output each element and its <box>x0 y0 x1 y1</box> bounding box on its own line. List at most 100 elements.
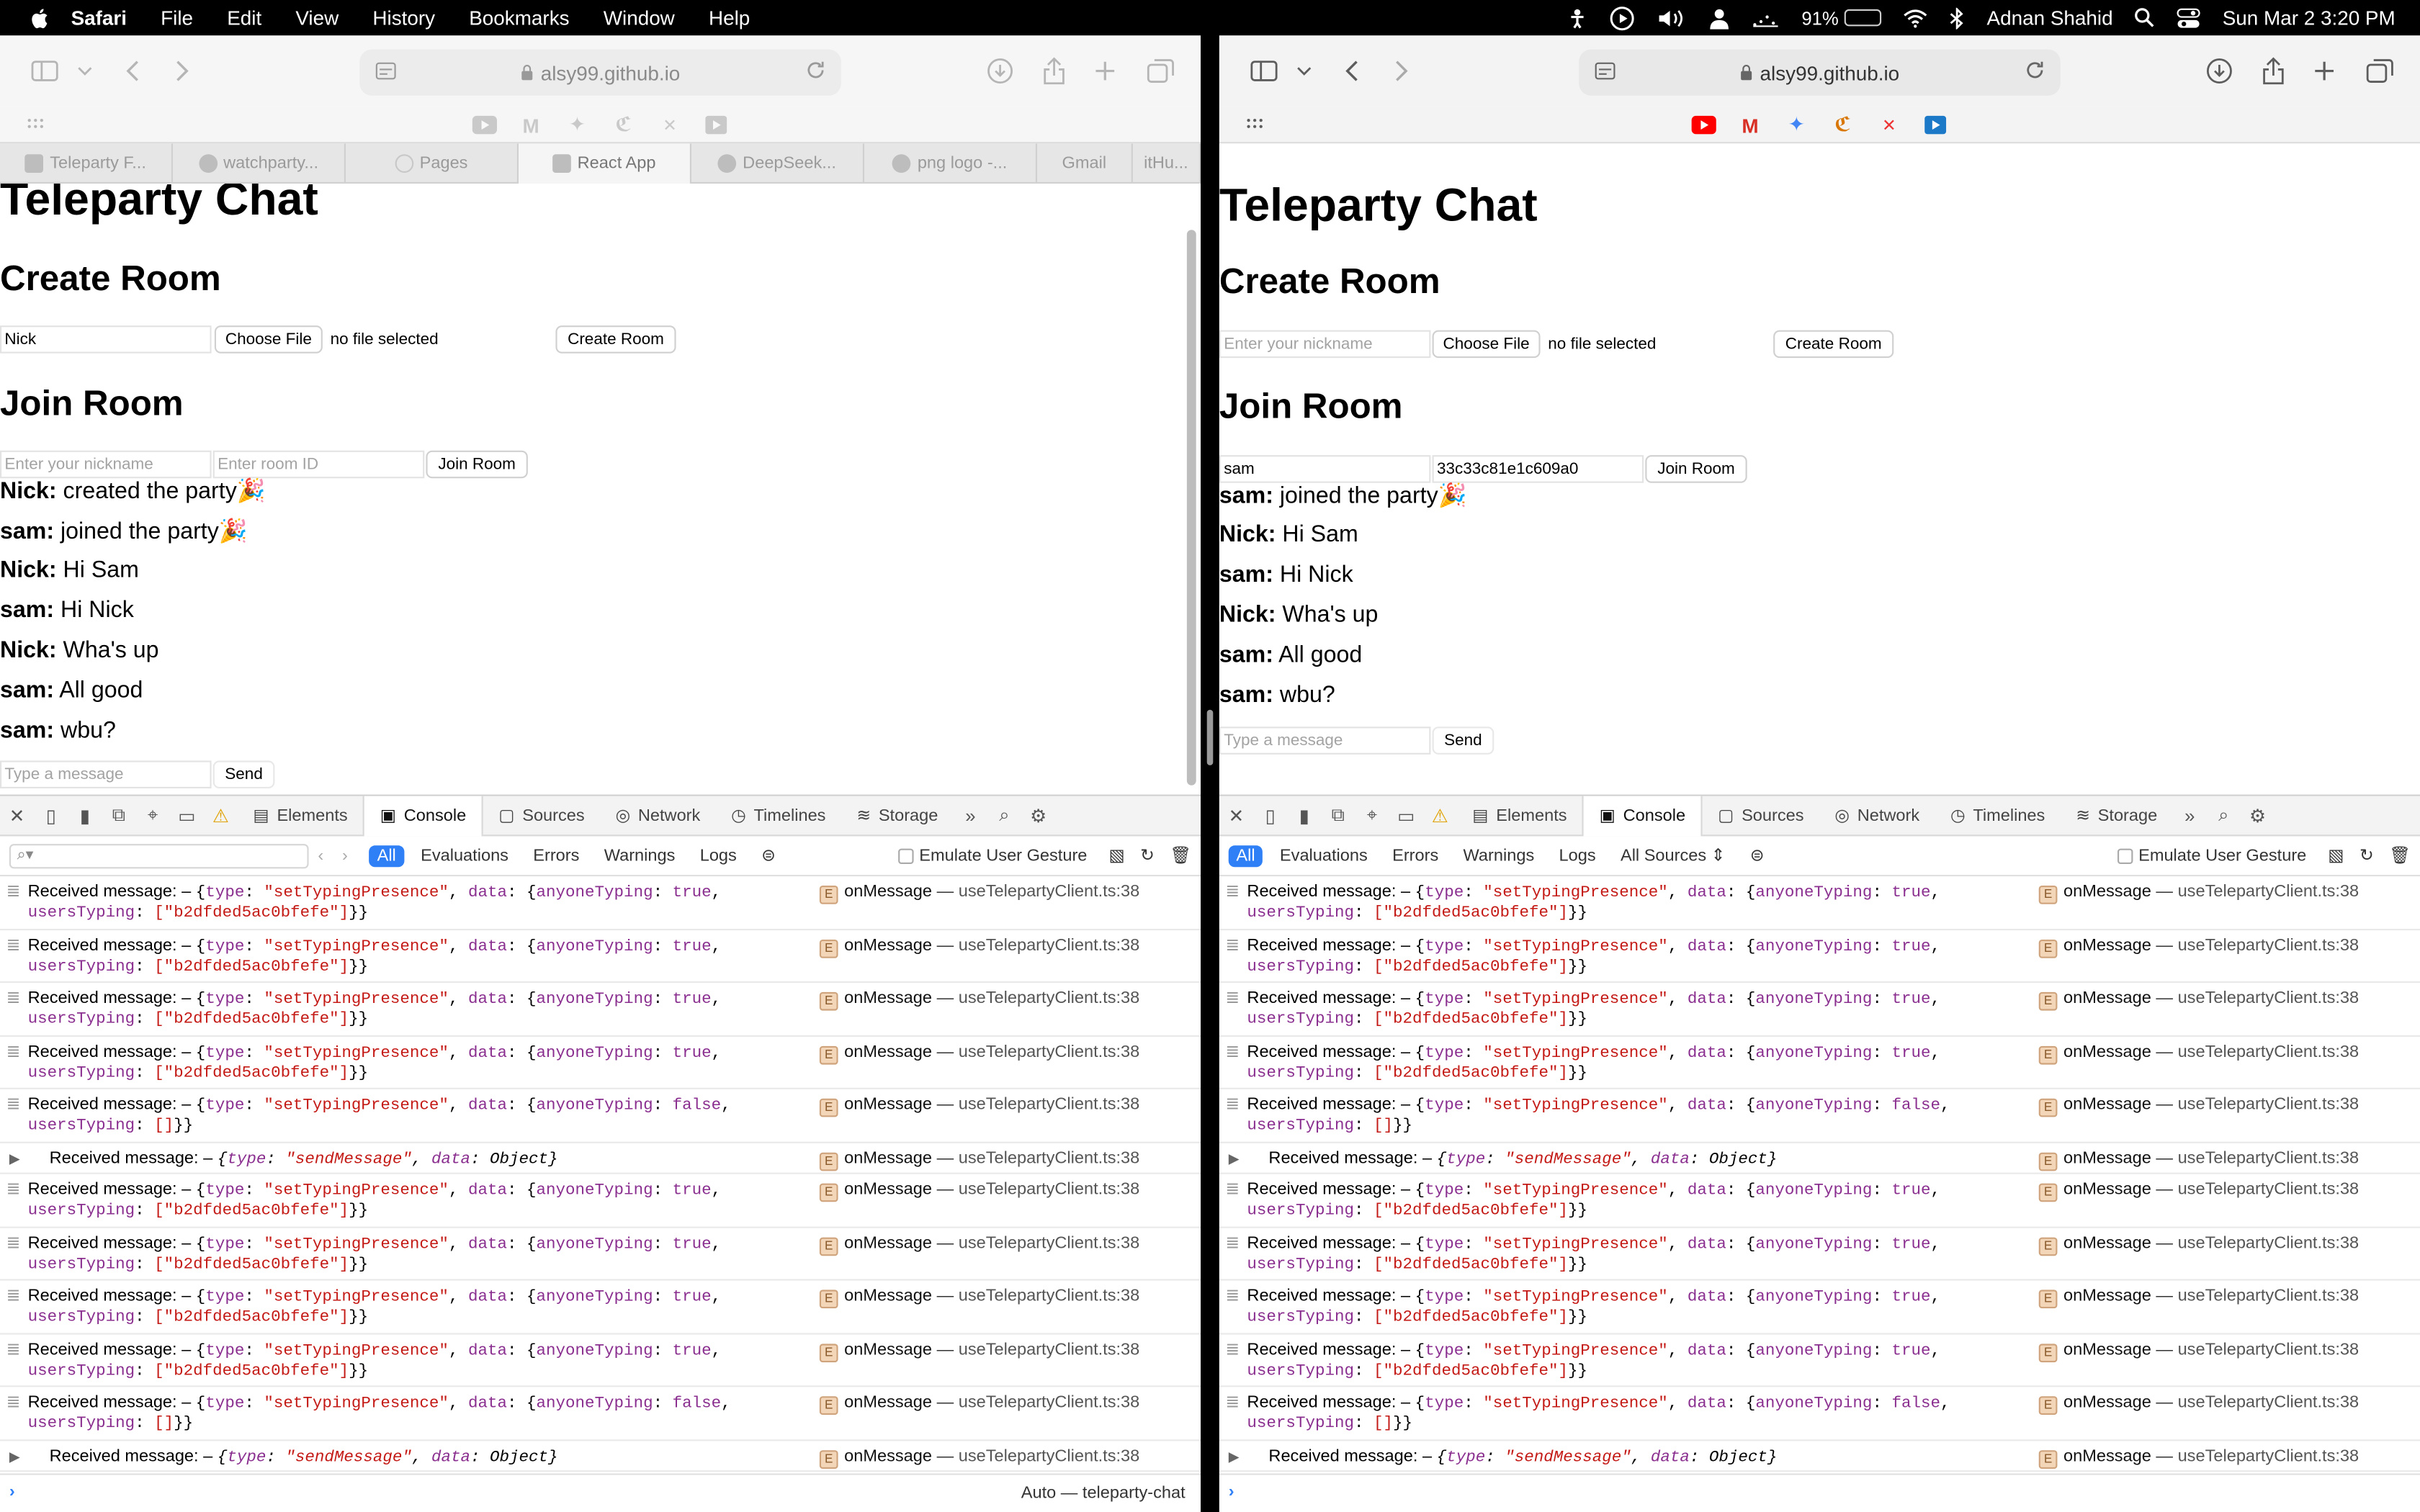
log-source-link[interactable]: EonMessage — useTelepartyClient.ts:38 <box>2038 1445 2359 1468</box>
log-source-link[interactable]: EonMessage — useTelepartyClient.ts:38 <box>2038 935 2359 958</box>
tab-elements[interactable]: ▤ Elements <box>1457 796 1582 836</box>
more-tabs-icon[interactable]: » <box>2173 796 2207 836</box>
console-log-entry[interactable]: ≣ Received message: – {type: "setTypingPr… <box>1219 1228 2420 1281</box>
settings-gear-icon[interactable]: ⚙ <box>2241 796 2275 836</box>
tab-network[interactable]: ◎ Network <box>1819 796 1935 836</box>
reload-icon[interactable] <box>2025 60 2045 85</box>
share-icon[interactable] <box>2257 54 2290 88</box>
reload-icon[interactable] <box>806 60 826 85</box>
tab-timelines[interactable]: ◷ Timelines <box>1935 796 2061 836</box>
filter-all[interactable]: All <box>1228 845 1263 867</box>
console-log-entry[interactable]: ≣ Received message: – {type: "setTypingPr… <box>1219 930 2420 983</box>
menubar-clock[interactable]: Sun Mar 2 3:20 PM <box>2223 0 2396 35</box>
device-icon[interactable]: ▭ <box>170 796 204 836</box>
downloads-icon[interactable] <box>2202 54 2236 88</box>
filter-logs[interactable]: Logs <box>1551 845 1604 866</box>
close-favorite-icon[interactable]: ✕ <box>656 111 684 139</box>
tab-png-logo[interactable]: png logo -... <box>864 143 1037 184</box>
more-tabs-icon[interactable]: » <box>954 796 987 836</box>
detach-icon[interactable]: ⧉ <box>1321 796 1355 836</box>
choose-file-button[interactable]: Choose File <box>1432 330 1541 359</box>
log-source-link[interactable]: EonMessage — useTelepartyClient.ts:38 <box>819 1040 1139 1064</box>
create-room-button[interactable]: Create Room <box>555 325 676 354</box>
video-favorite-icon[interactable] <box>1922 111 1950 139</box>
menu-app-name[interactable]: Safari <box>71 6 127 30</box>
clear-console-icon[interactable]: 🗑 <box>2389 845 2411 865</box>
log-source-link[interactable]: EonMessage — useTelepartyClient.ts:38 <box>819 1445 1139 1468</box>
log-source-link[interactable]: EonMessage — useTelepartyClient.ts:38 <box>2038 1040 2359 1064</box>
tab-storage[interactable]: ≋ Storage <box>2061 796 2173 836</box>
wifi-icon[interactable] <box>1904 0 1928 35</box>
address-bar[interactable]: alsy99.github.io <box>359 49 841 96</box>
create-room-button[interactable]: Create Room <box>1773 330 1894 359</box>
detach-icon[interactable]: ⧉ <box>102 796 135 836</box>
sidebar-toggle-icon[interactable] <box>1247 54 1281 88</box>
join-nickname-input[interactable]: sam <box>1219 455 1431 483</box>
share-icon[interactable] <box>1037 54 1071 88</box>
menu-help[interactable]: Help <box>709 6 750 30</box>
log-source-link[interactable]: EonMessage — useTelepartyClient.ts:38 <box>2038 1285 2359 1309</box>
log-source-link[interactable]: EonMessage — useTelepartyClient.ts:38 <box>2038 881 2359 904</box>
tab-github[interactable]: itHu... <box>1133 143 1201 184</box>
choose-file-button[interactable]: Choose File <box>214 325 323 354</box>
console-log-entry[interactable]: ≣ Received message: – {type: "setTypingPr… <box>1219 1334 2420 1387</box>
apple-icon[interactable] <box>28 6 53 30</box>
log-source-link[interactable]: EonMessage — useTelepartyClient.ts:38 <box>2038 1338 2359 1362</box>
filter-errors[interactable]: Errors <box>1384 845 1446 866</box>
accessibility-icon[interactable] <box>1567 0 1589 35</box>
close-inspector-icon[interactable]: ✕ <box>1219 796 1253 836</box>
log-source-link[interactable]: EonMessage — useTelepartyClient.ts:38 <box>819 987 1139 1011</box>
console-log-entry[interactable]: ▶ Received message: – {type: "sendMessage… <box>1219 1143 2420 1174</box>
send-button[interactable]: Send <box>1432 726 1494 755</box>
message-input[interactable]: Type a message <box>0 760 212 788</box>
log-source-link[interactable]: EonMessage — useTelepartyClient.ts:38 <box>2038 1179 2359 1202</box>
filter-options-icon[interactable]: ⊜ <box>1742 844 1772 867</box>
console-log-entry[interactable]: ≣ Received message: – {type: "setTypingPr… <box>1219 1036 2420 1089</box>
create-nickname-input[interactable]: Nick <box>0 325 212 354</box>
split-view-divider[interactable] <box>1201 35 1219 1512</box>
log-source-link[interactable]: EonMessage — useTelepartyClient.ts:38 <box>2038 1094 2359 1117</box>
room-id-input[interactable]: 33c33c81e1c609a0 <box>1432 455 1644 483</box>
create-nickname-input[interactable]: Enter your nickname <box>1219 330 1431 359</box>
console-log-entry[interactable]: ▶ Received message: – {type: "sendMessage… <box>1219 1440 2420 1472</box>
reload-icon[interactable]: ↻ <box>1140 845 1155 865</box>
tab-sources[interactable]: ▢ Sources <box>1703 796 1819 836</box>
address-bar[interactable]: alsy99.github.io <box>1579 49 2061 96</box>
join-room-button[interactable]: Join Room <box>1645 455 1747 483</box>
menu-edit[interactable]: Edit <box>227 6 261 30</box>
console-log-entry[interactable]: ≣ Received message: – {type: "setTypingPr… <box>0 1387 1201 1441</box>
play-icon[interactable] <box>1610 0 1635 35</box>
console-log-entry[interactable]: ≣ Received message: – {type: "setTypingPr… <box>0 930 1201 983</box>
menubar-user-name[interactable]: Adnan Shahid <box>1987 0 2113 35</box>
log-source-link[interactable]: EonMessage — useTelepartyClient.ts:38 <box>2038 1232 2359 1256</box>
console-log-entry[interactable]: ≣ Received message: – {type: "setTypingPr… <box>0 1281 1201 1334</box>
join-nickname-input[interactable]: Enter your nickname <box>0 450 212 479</box>
console-prompt[interactable]: › <box>1219 1473 2420 1512</box>
console-log-entry[interactable]: ≣ Received message: – {type: "setTypingPr… <box>0 1036 1201 1089</box>
disclosure-triangle-icon[interactable]: ▶ <box>1229 1147 1240 1169</box>
tab-console[interactable]: ▣ Console <box>363 795 483 836</box>
console-log-entry[interactable]: ≣ Received message: – {type: "setTypingPr… <box>0 1174 1201 1228</box>
spotlight-search-icon[interactable] <box>2135 0 2155 35</box>
log-source-link[interactable]: EonMessage — useTelepartyClient.ts:38 <box>819 1147 1139 1171</box>
volume-icon[interactable] <box>1657 0 1688 35</box>
console-log-entry[interactable]: ≣ Received message: – {type: "setTypingPr… <box>1219 983 2420 1036</box>
console-log-entry[interactable]: ≣ Received message: – {type: "setTypingPr… <box>1219 1174 2420 1228</box>
message-input[interactable]: Type a message <box>1219 726 1431 755</box>
execution-context-select[interactable]: Auto — teleparty-chat <box>1021 1484 1186 1503</box>
all-sources-select[interactable]: All Sources ⇕ <box>1613 844 1733 867</box>
page-scrollbar[interactable] <box>1186 230 1196 786</box>
divider-handle[interactable] <box>1206 709 1214 765</box>
console-log-entry[interactable]: ≣ Received message: – {type: "setTypingPr… <box>1219 1089 2420 1143</box>
dock-left-icon[interactable]: ▯ <box>1253 796 1287 836</box>
element-picker-icon[interactable]: ⌖ <box>1355 796 1389 836</box>
tab-deepseek[interactable]: DeepSeek... <box>691 143 864 184</box>
menu-window[interactable]: Window <box>604 6 675 30</box>
console-log-entry[interactable]: ≣ Received message: – {type: "setTypingPr… <box>0 1089 1201 1143</box>
filter-errors[interactable]: Errors <box>526 845 588 866</box>
settings-gear-icon[interactable]: ⚙ <box>1021 796 1055 836</box>
gmail-icon[interactable]: M <box>517 111 545 139</box>
warning-icon[interactable]: ⚠ <box>204 796 238 836</box>
forward-icon[interactable] <box>1384 54 1418 88</box>
log-source-link[interactable]: EonMessage — useTelepartyClient.ts:38 <box>819 1338 1139 1362</box>
